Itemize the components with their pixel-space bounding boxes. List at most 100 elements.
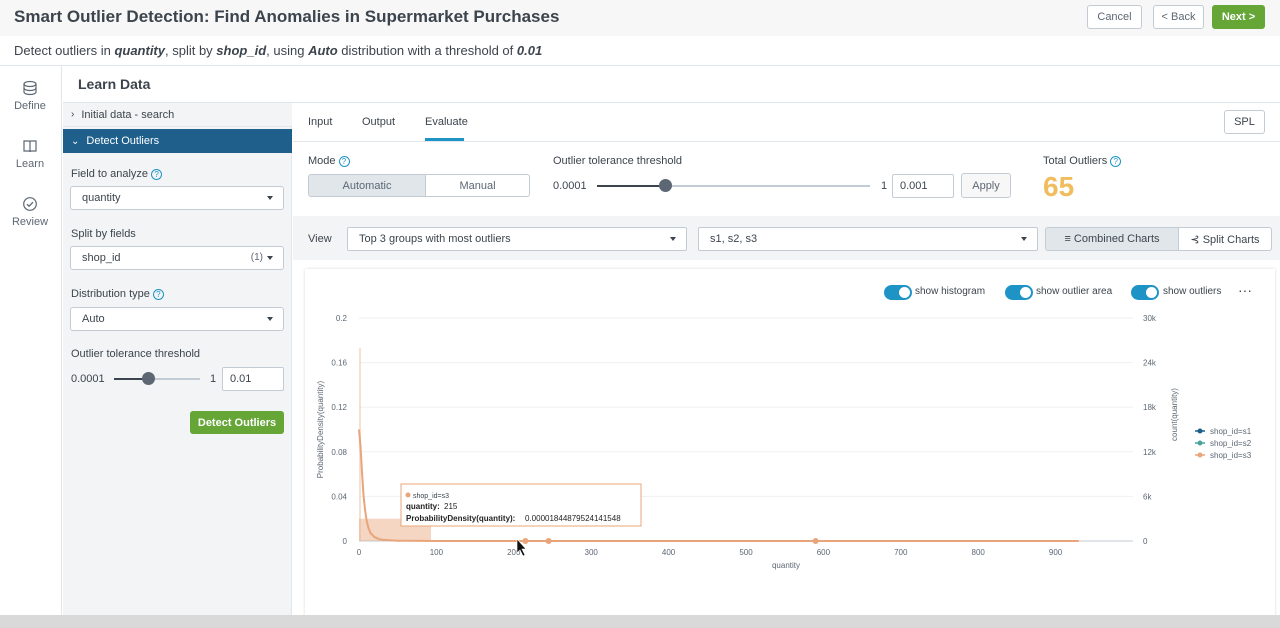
step-label: Detect Outliers [86,135,160,147]
summary-part: , using [266,43,309,58]
next-button[interactable]: Next > [1212,5,1265,29]
y2-axis-label: count(quantity) [1170,388,1179,441]
step-detect-outliers[interactable]: ⌄ Detect Outliers [63,129,292,153]
section-header: Learn Data [63,66,1280,103]
caret-down-icon [670,237,676,241]
nav-review[interactable]: Review [0,196,60,228]
label-text: Mode [308,155,336,167]
legend-label: shop_id=s2 [1210,439,1252,448]
total-outliers-label: Total Outliers? [1043,155,1122,167]
distribution-type-label: Distribution type? [71,288,164,300]
y-tick-label: 0.04 [331,492,347,501]
summary-field: quantity [114,43,165,58]
top-bar: Smart Outlier Detection: Find Anomalies … [0,0,1280,36]
help-icon[interactable]: ? [152,289,164,300]
tooltip-line2-label: ProbabilityDensity(quantity): [406,514,515,523]
nav-define[interactable]: Define [0,80,60,112]
label-text: Distribution type [71,288,150,300]
x-tick-label: 500 [739,548,753,557]
outlier-threshold-slider-handle[interactable] [659,179,673,192]
mode-automatic[interactable]: Automatic [308,174,426,197]
total-outliers-value: 65 [1043,171,1075,202]
help-icon[interactable]: ? [151,169,163,180]
tooltip-line2-value: 0.00001844879524141548 [525,514,621,523]
summary-part: , split by [165,43,217,58]
density-chart: 0 0.04 0.08 0.12 0.16 0.2 0 6k 12k 18k 24k 30k 0 100 2… [316,314,1252,570]
step-label: Initial data - search [81,108,175,121]
distribution-type-select[interactable]: Auto [70,307,284,331]
split-by-label: Split by fields [71,228,136,240]
groups-select[interactable]: Top 3 groups with most outliers [347,227,687,251]
help-icon[interactable]: ? [338,156,350,167]
left-panel: › Initial data - search ⌄ Detect Outlier… [63,103,292,628]
y-tick-label: 0.12 [331,403,347,412]
tooltip-line1-label: quantity: [406,502,440,511]
outlier-threshold-input[interactable]: 0.001 [892,174,954,198]
y2-tick-label: 0 [1143,537,1148,546]
legend-marker [1197,428,1203,434]
mode-manual[interactable]: Manual [426,174,530,197]
view-label: View [308,233,332,245]
chart-panel: show histogram show outlier area show ou… [305,269,1275,623]
threshold-slider-handle[interactable] [142,372,156,385]
summary-part: distribution with a threshold of [337,43,517,58]
y-tick-label: 0.08 [331,448,347,457]
detect-outliers-button[interactable]: Detect Outliers [190,411,284,434]
threshold-min: 0.0001 [71,373,105,385]
summary-part: Detect outliers in [14,43,115,58]
section-title: Learn Data [78,76,151,92]
field-to-analyze-label: Field to analyze? [71,168,163,180]
summary-text: Detect outliers in quantity, split by sh… [14,43,542,58]
caret-down-icon [267,317,273,321]
y2-tick-label: 30k [1143,314,1157,323]
split-by-select[interactable]: shop_id (1) [70,246,284,270]
tab-output[interactable]: Output [362,116,395,128]
y-tick-label: 0.2 [336,314,348,323]
caret-down-icon [267,256,273,260]
legend-label: shop_id=s1 [1210,427,1252,436]
summary-threshold: 0.01 [516,43,543,58]
tab-evaluate[interactable]: Evaluate [425,116,468,128]
apply-button[interactable]: Apply [961,173,1011,198]
tab-divider [293,141,1280,142]
step-initial-data[interactable]: › Initial data - search [63,103,292,127]
threshold-label: Outlier tolerance threshold [71,348,201,360]
threshold-input[interactable]: 0.01 [222,367,284,391]
tooltip-series-marker [405,492,411,498]
back-button[interactable]: < Back [1153,5,1204,29]
cancel-button[interactable]: Cancel [1087,5,1142,29]
x-tick-label: 700 [894,548,908,557]
outlier-threshold-min: 0.0001 [553,180,587,192]
nav-learn[interactable]: Learn [0,138,60,170]
select-value: Top 3 groups with most outliers [359,233,511,245]
spl-button[interactable]: SPL [1224,110,1265,134]
combined-charts-button[interactable]: ≡ Combined Charts [1045,227,1179,251]
left-nav: Define Learn Review [0,66,62,628]
y-tick-label: 0.16 [331,359,347,368]
x-tick-label: 900 [1049,548,1063,557]
x-tick-label: 0 [357,548,362,557]
select-count: (1) [250,252,263,263]
x-tick-label: 400 [662,548,676,557]
y-tick-label: 0 [343,537,348,546]
legend-marker [1197,440,1203,446]
tab-input[interactable]: Input [308,116,332,128]
page-title: Smart Outlier Detection: Find Anomalies … [14,7,560,26]
nav-review-label: Review [11,216,49,228]
legend-label: shop_id=s3 [1210,451,1252,460]
outlier-point-s3 [545,537,552,544]
threshold-max: 1 [210,373,217,385]
x-axis-label: quantity [772,561,800,570]
label-text: Total Outliers [1043,155,1108,167]
main-content: Input Output Evaluate SPL Mode? Automati… [293,103,1280,628]
check-circle-icon [23,197,37,211]
shops-select[interactable]: s1, s2, s3 [698,227,1038,251]
y2-tick-label: 12k [1143,448,1157,457]
view-row: View Top 3 groups with most outliers s1,… [293,216,1280,260]
field-to-analyze-select[interactable]: quantity [70,186,284,210]
summary-split: shop_id [216,43,267,58]
x-tick-label: 100 [430,548,444,557]
help-icon[interactable]: ? [1110,156,1122,167]
split-charts-button[interactable]: ⊰ Split Charts [1179,227,1272,251]
select-value: quantity [82,192,121,204]
